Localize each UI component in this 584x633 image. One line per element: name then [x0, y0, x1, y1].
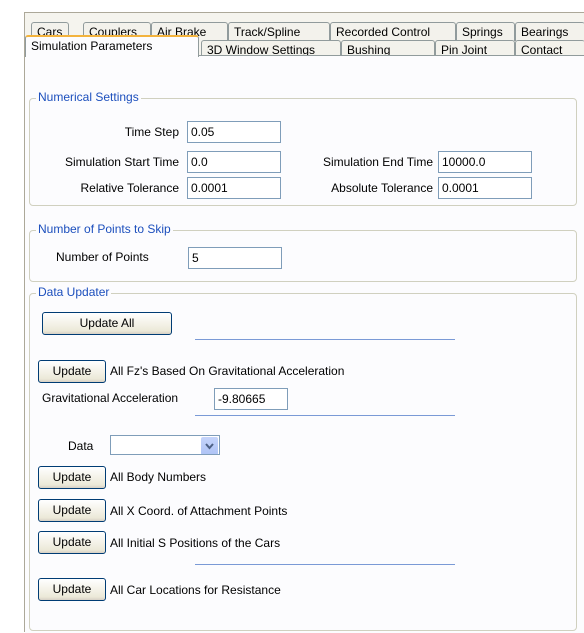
- x-coord-description: All X Coord. of Attachment Points: [110, 504, 288, 518]
- start-time-input[interactable]: 0.0: [187, 151, 281, 173]
- absolute-tolerance-label: Absolute Tolerance: [331, 181, 433, 195]
- data-label: Data: [68, 439, 94, 453]
- update-initial-s-button[interactable]: Update: [38, 531, 106, 554]
- separator: [195, 564, 455, 565]
- tab-springs[interactable]: Springs: [456, 22, 515, 41]
- fz-description: All Fz's Based On Gravitational Accelera…: [110, 364, 345, 378]
- initial-s-description: All Initial S Positions of the Cars: [110, 536, 281, 550]
- relative-tolerance-label: Relative Tolerance: [80, 181, 179, 195]
- numerical-settings-legend: Numerical Settings: [36, 90, 141, 104]
- points-to-skip-group: Number of Points to Skip Number of Point…: [29, 222, 577, 282]
- tab-bearings[interactable]: Bearings: [515, 22, 584, 41]
- update-body-numbers-button[interactable]: Update: [38, 466, 106, 489]
- simulation-parameters-panel: Numerical Settings Time Step 0.05 Simula…: [25, 55, 584, 633]
- tab-recorded-control[interactable]: Recorded Control: [330, 22, 456, 41]
- tab-track-spline[interactable]: Track/Spline: [228, 22, 330, 41]
- number-of-points-label: Number of Points: [56, 250, 149, 264]
- end-time-label: Simulation End Time: [322, 155, 433, 169]
- data-updater-group: Data Updater Update All Update All Fz's …: [29, 285, 577, 631]
- separator: [195, 415, 455, 416]
- number-of-points-input[interactable]: 5: [188, 247, 282, 269]
- gravitational-acceleration-input[interactable]: -9.80665: [214, 388, 288, 410]
- car-locations-description: All Car Locations for Resistance: [110, 583, 281, 597]
- relative-tolerance-input[interactable]: 0.0001: [187, 177, 281, 199]
- time-step-label: Time Step: [124, 125, 179, 139]
- tab-simulation-parameters[interactable]: Simulation Parameters: [25, 35, 199, 57]
- properties-window: Cars Couplers Air Brake Track/Spline Rec…: [24, 12, 584, 633]
- update-all-button[interactable]: Update All: [42, 312, 172, 335]
- absolute-tolerance-input[interactable]: 0.0001: [438, 177, 532, 199]
- gravitational-acceleration-label: Gravitational Acceleration: [42, 391, 179, 405]
- end-time-input[interactable]: 10000.0: [438, 151, 532, 173]
- data-updater-legend: Data Updater: [36, 285, 112, 299]
- time-step-input[interactable]: 0.05: [187, 121, 281, 143]
- data-dropdown[interactable]: [110, 435, 220, 455]
- start-time-label: Simulation Start Time: [64, 155, 179, 169]
- update-fz-button[interactable]: Update: [38, 360, 106, 383]
- separator: [195, 339, 455, 340]
- numerical-settings-group: Numerical Settings Time Step 0.05 Simula…: [29, 90, 577, 206]
- chevron-down-icon[interactable]: [201, 437, 218, 454]
- update-x-coord-button[interactable]: Update: [38, 499, 106, 522]
- body-numbers-description: All Body Numbers: [110, 470, 207, 484]
- update-car-locations-button[interactable]: Update: [38, 578, 106, 601]
- points-to-skip-legend: Number of Points to Skip: [36, 222, 173, 236]
